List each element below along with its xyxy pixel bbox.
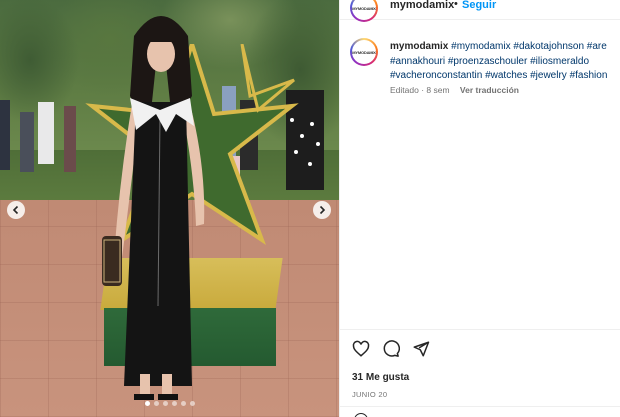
carousel-prev-button[interactable]: [7, 201, 25, 219]
comment-bubble-icon[interactable]: [382, 340, 400, 358]
hashtag-link[interactable]: #iliosmeraldo: [530, 56, 589, 67]
hashtag-link[interactable]: #vacheronconstantin: [390, 70, 482, 81]
post-side-panel: MYMODAMIX mymodamix • Seguir MYMODAMIX m…: [339, 0, 620, 417]
caption-text: mymodamix #mymodamix #dakotajohnson #are…: [390, 40, 620, 84]
hashtag-link[interactable]: #fashion: [570, 70, 608, 81]
username-link[interactable]: mymodamix: [390, 0, 454, 11]
heart-icon[interactable]: [352, 340, 370, 358]
caption-author-link[interactable]: mymodamix: [390, 41, 448, 52]
caption-meta: Editado · 8 sem Ver traducción: [390, 85, 519, 95]
hashtag-link[interactable]: #are: [587, 41, 607, 52]
carousel-dot: [162, 401, 168, 406]
caption-avatar[interactable]: MYMODAMIX: [350, 38, 378, 66]
carousel-dot: [189, 401, 195, 406]
add-comment-row[interactable]: [340, 406, 620, 417]
edited-timestamp: Editado · 8 sem: [390, 85, 450, 95]
hashtag-link[interactable]: #mymodamix: [451, 41, 510, 52]
photo-model: [102, 16, 205, 400]
emoji-icon[interactable]: [354, 413, 368, 417]
avatar-logo: MYMODAMIX: [352, 49, 376, 55]
carousel-next-button[interactable]: [313, 201, 331, 219]
translate-link[interactable]: Ver traducción: [460, 85, 519, 95]
post-photo[interactable]: [0, 0, 339, 417]
post-actions: [352, 340, 430, 358]
hashtag-link[interactable]: #watches: [485, 70, 527, 81]
carousel-dot: [180, 401, 186, 406]
carousel-dot: [144, 401, 150, 406]
hashtag-link[interactable]: #annakhouri: [390, 56, 445, 67]
avatar[interactable]: MYMODAMIX: [350, 0, 378, 22]
post-header: MYMODAMIX mymodamix • Seguir: [340, 0, 620, 22]
header-separator: •: [454, 0, 458, 10]
post-date: JUNIO 20: [352, 390, 388, 399]
paper-plane-icon[interactable]: [412, 340, 430, 358]
follow-button[interactable]: Seguir: [462, 0, 496, 11]
carousel-dot: [153, 401, 159, 406]
hashtag-link[interactable]: #jewelry: [530, 70, 567, 81]
hashtag-link[interactable]: #dakotajohnson: [513, 41, 584, 52]
avatar-logo: MYMODAMIX: [352, 5, 376, 11]
like-count[interactable]: 31 Me gusta: [352, 372, 409, 383]
hashtag-link[interactable]: #proenzaschouler: [448, 56, 528, 67]
chevron-right-icon: [319, 205, 326, 215]
carousel-dot: [171, 401, 177, 406]
carousel-dots: [0, 401, 339, 406]
actions-divider: [340, 329, 620, 330]
chevron-left-icon: [12, 205, 19, 215]
